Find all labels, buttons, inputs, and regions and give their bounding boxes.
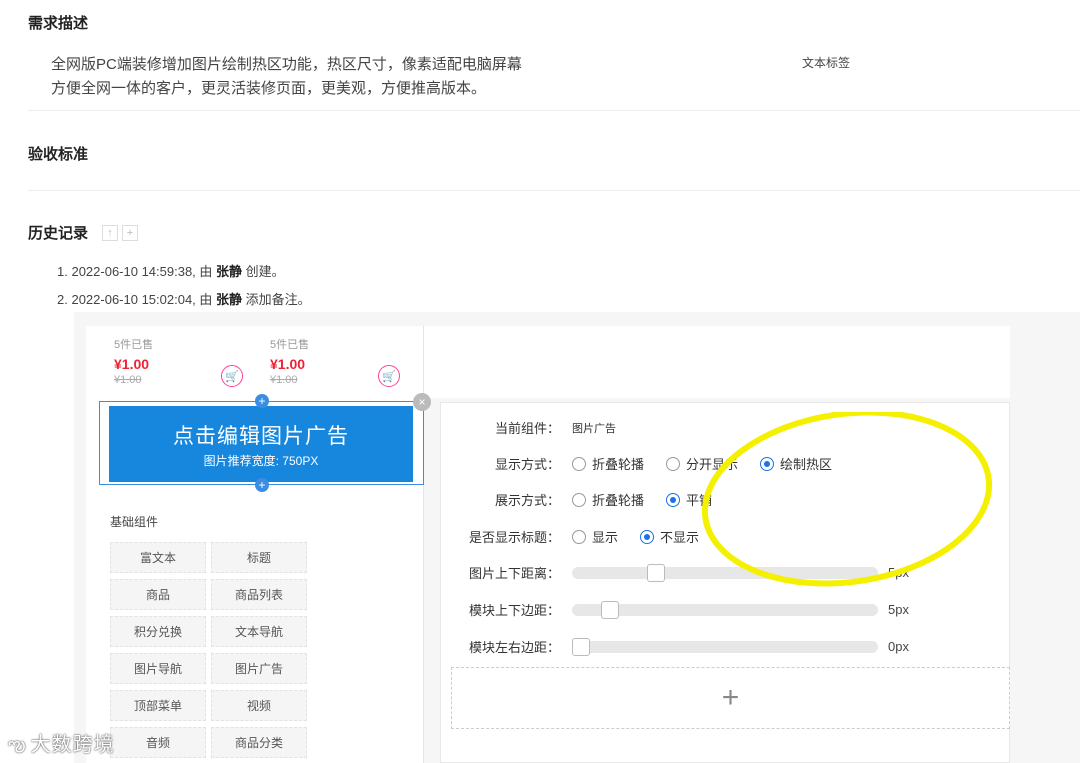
components-grid: 富文本 标题 商品 商品列表 积分兑换 文本导航 图片导航 图片广告 顶部菜单 …	[110, 542, 310, 758]
requirements-line-1: 全网版PC端装修增加图片绘制热区功能，热区尺寸，像素适配电脑屏幕	[51, 56, 522, 73]
radio-show-title[interactable]: 显示	[572, 527, 618, 546]
radio-hide-title[interactable]: 不显示	[640, 527, 699, 546]
component-audio[interactable]: 音频	[110, 727, 206, 758]
history-heading: 历史记录	[28, 225, 89, 242]
module-horizontal-margin-slider[interactable]	[572, 637, 878, 656]
component-text-nav[interactable]: 文本导航	[211, 616, 307, 647]
radio-fold-carousel-2[interactable]: 折叠轮播	[572, 490, 644, 509]
watermark: ఌ 大数跨境	[8, 734, 115, 756]
slider-row: 模块上下边距： 5px	[468, 600, 909, 619]
preview-blank-area	[424, 326, 1010, 398]
history-list: 1. 2022-06-10 14:59:38, 由 张静 创建。 2. 2022…	[57, 261, 311, 308]
slider-row: 模块左右边距： 0px	[468, 637, 909, 656]
plus-icon[interactable]: +	[122, 224, 139, 241]
component-rich-text[interactable]: 富文本	[110, 542, 206, 573]
slider-knob[interactable]	[572, 637, 590, 656]
section-divider	[28, 110, 1080, 111]
close-icon[interactable]: ×	[413, 393, 431, 411]
current-component-value: 图片广告	[572, 422, 616, 435]
logo-icon: ఌ	[8, 734, 27, 756]
user-name: 张静	[216, 264, 243, 279]
acceptance-heading: 验收标准	[28, 146, 89, 163]
add-below-icon[interactable]: +	[255, 478, 269, 492]
module-vertical-margin-slider[interactable]	[572, 600, 878, 619]
section-divider	[28, 190, 1080, 191]
current-component-row: 当前组件： 图片广告	[494, 421, 616, 436]
component-product[interactable]: 商品	[110, 579, 206, 610]
components-heading: 基础组件	[110, 515, 159, 529]
radio-fold-carousel[interactable]: 折叠轮播	[572, 454, 644, 473]
component-title[interactable]: 标题	[211, 542, 307, 573]
cart-icon[interactable]: 🛒	[378, 365, 400, 387]
history-header: 历史记录 ↑ +	[28, 222, 139, 243]
show-mode-row: 展示方式： 折叠轮播 平铺	[440, 490, 712, 509]
product-card[interactable]: 5件已售 ¥1.00 ¥1.00	[270, 336, 309, 386]
cart-icon[interactable]: 🛒	[221, 365, 243, 387]
component-points-exchange[interactable]: 积分兑换	[110, 616, 206, 647]
image-ad-banner[interactable]: 点击编辑图片广告 图片推荐宽度: 750PX	[109, 406, 413, 482]
list-item: 1. 2022-06-10 14:59:38, 由 张静 创建。	[57, 264, 285, 279]
component-top-menu[interactable]: 顶部菜单	[110, 690, 206, 721]
list-item: 2. 2022-06-10 15:02:04, 由 张静 添加备注。	[57, 292, 311, 307]
component-product-list[interactable]: 商品列表	[211, 579, 307, 610]
component-image-nav[interactable]: 图片导航	[110, 653, 206, 684]
highlight-ellipse	[701, 412, 993, 587]
component-product-category[interactable]: 商品分类	[211, 727, 307, 758]
add-module-button[interactable]: +	[451, 667, 1010, 729]
product-card[interactable]: 5件已售 ¥1.00 ¥1.00	[114, 336, 153, 386]
add-above-icon[interactable]: +	[255, 394, 269, 408]
requirements-heading: 需求描述	[28, 15, 89, 32]
slider-knob[interactable]	[646, 563, 665, 582]
user-name: 张静	[216, 292, 243, 307]
text-tag-label: 文本标签	[802, 56, 851, 70]
arrow-up-icon[interactable]: ↑	[102, 224, 119, 241]
slider-knob[interactable]	[600, 600, 619, 619]
component-image-ad[interactable]: 图片广告	[211, 653, 307, 684]
component-video[interactable]: 视频	[211, 690, 307, 721]
requirements-line-2: 方便全网一体的客户，更灵活装修页面，更美观，方便推高版本。	[51, 80, 487, 97]
show-title-row: 是否显示标题： 显示 不显示	[440, 527, 699, 546]
